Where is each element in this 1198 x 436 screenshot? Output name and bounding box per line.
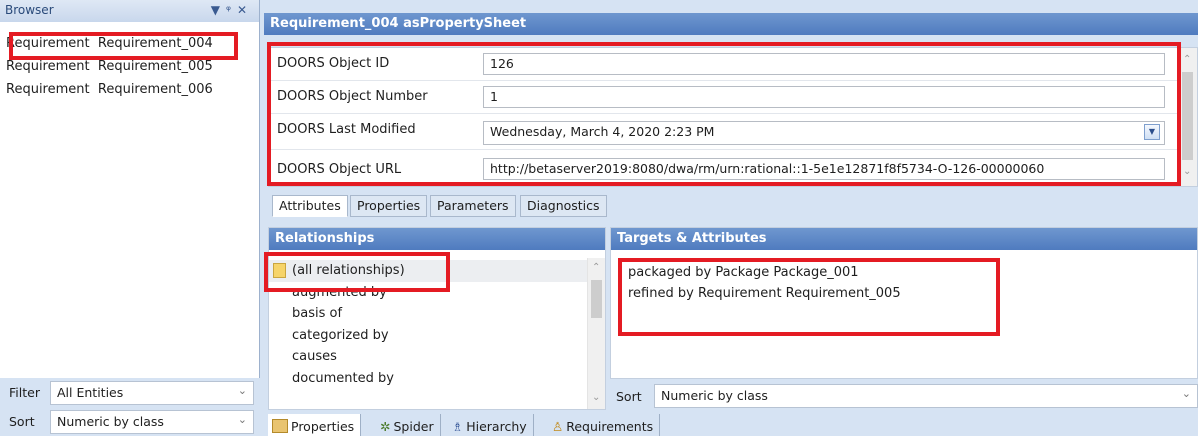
tab-label: Properties [291,418,355,434]
targets-list: packaged by Package Package_001 refined … [628,265,901,307]
list-item[interactable]: documented by [269,368,587,390]
spider-icon: ✲ [380,418,391,434]
browser-item[interactable]: Requirement Requirement_004 [0,33,258,56]
list-item-label: categorized by [292,327,389,343]
chevron-down-icon: ⌄ [1181,387,1191,400]
scroll-thumb[interactable] [591,280,602,318]
list-item[interactable]: (all relationships) [269,260,587,282]
scroll-down-icon[interactable]: ⌄ [592,392,600,403]
chevron-down-icon: ⌄ [237,413,247,426]
targets-sort-select[interactable]: Numeric by class ⌄ [654,384,1198,408]
targets-panel: Targets & Attributes packaged by Package… [610,227,1198,379]
list-item-label: basis of [292,306,343,321]
bottom-tabs: Properties ✲ Spider ♗ Hierarchy ♙ Requir… [268,414,968,436]
filter-row: Filter All Entities ⌄ [0,378,260,407]
list-item-label: augmented by [292,284,387,300]
prop-label: DOORS Object ID [277,56,390,71]
tab-attributes[interactable]: Attributes [272,195,348,217]
filter-value: All Entities [57,385,124,400]
tab-hierarchy[interactable]: ♗ Hierarchy [448,414,534,436]
sheet-title: Requirement_004 asPropertySheet [264,13,1198,35]
tab-requirements[interactable]: ♙ Requirements [548,414,661,436]
list-item-label: (all relationships) [292,263,405,278]
pin-icon[interactable]: ᵠ [226,3,237,17]
filter-label: Filter [9,385,40,400]
item-name: Requirement_005 [97,59,213,74]
sort-value: Numeric by class [661,388,768,403]
tab-spider[interactable]: ✲ Spider [376,414,441,436]
date-picker[interactable]: Wednesday, March 4, 2020 2:23 PM ▼ [483,121,1165,145]
browser-panel: Browser ▼ᵠ✕ Requirement Requirement_004 … [0,0,260,436]
prop-row-last-modified: DOORS Last Modified Wednesday, March 4, … [269,114,1197,150]
prop-row-object-number: DOORS Object Number 1 [269,81,1197,114]
list-item[interactable]: causes [269,346,587,368]
sort-label: Sort [616,389,642,404]
list-item[interactable]: basis of [269,303,587,325]
prop-value-input[interactable]: http://betaserver2019:8080/dwa/rm/urn:ra… [483,158,1165,180]
list-item[interactable]: refined by Requirement Requirement_005 [628,286,901,307]
list-item[interactable]: categorized by [269,325,587,347]
item-name: Requirement_004 [97,36,213,51]
property-grid: DOORS Object ID 126 DOORS Object Number … [268,47,1198,187]
item-type: Requirement [6,59,90,74]
browser-header: Browser ▼ᵠ✕ [0,0,259,22]
targets-title: Targets & Attributes [611,228,1197,250]
browser-title: Browser [5,3,54,17]
item-type: Requirement [6,82,90,97]
relationships-scrollbar[interactable]: ⌃ ⌄ [587,258,605,409]
tab-properties-view[interactable]: Properties [268,414,362,436]
prop-label: DOORS Object URL [277,162,402,177]
dropdown-icon[interactable]: ▼ [1144,124,1160,140]
prop-label: DOORS Last Modified [277,122,416,137]
prop-value-input[interactable]: 126 [483,53,1165,75]
browser-item[interactable]: Requirement Requirement_005 [0,56,258,79]
scroll-up-icon[interactable]: ⌃ [592,262,600,273]
properties-icon [272,419,288,433]
property-sheet: Requirement_004 asPropertySheet DOORS Ob… [264,0,1198,436]
tab-label: Requirements [566,418,654,434]
tab-label: Hierarchy [466,418,527,434]
chevron-down-icon: ⌄ [237,384,247,397]
date-value: Wednesday, March 4, 2020 2:23 PM [490,124,715,139]
list-item-label: causes [292,349,337,364]
hierarchy-icon: ♗ [452,418,464,434]
relationships-title: Relationships [269,228,605,250]
targets-sort-row: Sort Numeric by class ⌄ [610,382,1198,410]
list-item[interactable]: packaged by Package Package_001 [628,265,901,286]
sort-row: Sort Numeric by class ⌄ [0,407,260,436]
scroll-thumb[interactable] [1182,72,1193,160]
item-type: Requirement [6,36,90,51]
prop-row-object-id: DOORS Object ID 126 [269,48,1197,81]
relationships-panel: Relationships (all relationships) augmen… [268,227,606,410]
item-name: Requirement_006 [97,82,213,97]
scroll-down-icon[interactable]: ⌄ [1183,166,1191,177]
prop-value-input[interactable]: 1 [483,86,1165,108]
sort-select[interactable]: Numeric by class ⌄ [50,410,254,434]
requirements-icon: ♙ [552,418,564,434]
list-item-label: documented by [292,370,394,386]
tab-parameters[interactable]: Parameters [430,195,516,217]
browser-item[interactable]: Requirement Requirement_006 [0,79,258,102]
relationships-list: (all relationships) augmented by basis o… [269,260,587,389]
tab-label: Spider [393,418,434,434]
sort-label: Sort [9,414,35,429]
list-item[interactable]: augmented by [269,282,587,304]
close-icon[interactable]: ✕ [237,3,253,17]
prop-row-object-url: DOORS Object URL http://betaserver2019:8… [269,150,1197,188]
scroll-up-icon[interactable]: ⌃ [1183,54,1191,65]
sort-value: Numeric by class [57,414,164,429]
filter-select[interactable]: All Entities ⌄ [50,381,254,405]
folder-icon [273,263,286,278]
tab-properties[interactable]: Properties [350,195,428,217]
sheet-tabs: Attributes Properties Parameters Diagnos… [272,195,872,217]
property-scrollbar[interactable]: ⌃ ⌄ [1177,48,1197,186]
prop-label: DOORS Object Number [277,89,428,104]
tab-diagnostics[interactable]: Diagnostics [520,195,607,217]
dropdown-icon[interactable]: ▼ [211,3,226,17]
browser-list: Requirement Requirement_004 Requirement … [0,33,258,102]
